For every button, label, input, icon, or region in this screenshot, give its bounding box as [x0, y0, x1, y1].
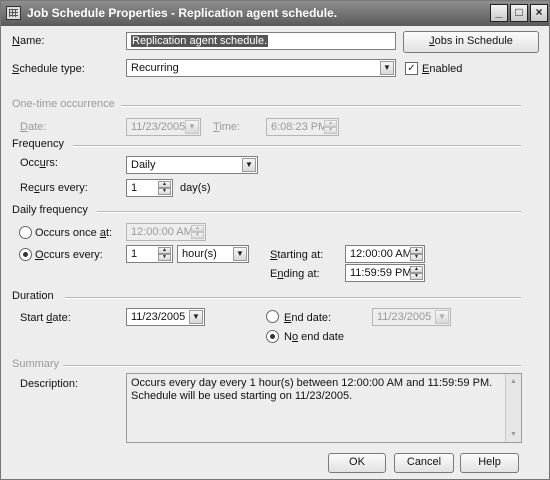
frequency-divider — [73, 145, 521, 147]
enabled-label: Enabled — [422, 63, 463, 75]
end-date-picker[interactable]: 11/23/2005 ▼ — [372, 308, 451, 326]
job-schedule-properties-window: Job Schedule Properties - Replication ag… — [0, 0, 550, 480]
chevron-down-icon[interactable]: ▼ — [185, 120, 199, 134]
daily-frequency-divider — [97, 211, 521, 213]
starting-at-value: 12:00:00 AM — [350, 248, 412, 260]
ending-at-value: 11:59:59 PM — [350, 267, 412, 279]
occurs-every-label: Occurs every: — [35, 249, 103, 261]
daily-frequency-heading: Daily frequency — [12, 204, 88, 216]
summary-divider — [63, 365, 521, 367]
one-time-time-spinner[interactable]: 6:08:23 PM ▲ ▼ — [266, 118, 339, 136]
name-input-value: Replication agent schedule. — [131, 35, 269, 47]
once-spin-buttons[interactable]: ▲ ▼ — [191, 225, 204, 239]
occurs-once-radio[interactable] — [19, 226, 32, 239]
ok-button[interactable]: OK — [328, 453, 386, 473]
description-textarea[interactable]: Occurs every day every 1 hour(s) between… — [126, 373, 522, 443]
starting-at-spinner[interactable]: 12:00:00 AM ▲ ▼ — [345, 245, 425, 263]
chevron-down-icon[interactable]: ▼ — [233, 247, 247, 261]
occurs-once-time-spinner[interactable]: 12:00:00 AM ▲ ▼ — [126, 223, 206, 241]
recurs-unit-label: day(s) — [180, 182, 211, 194]
start-date-value: 11/23/2005 — [131, 311, 186, 323]
name-input[interactable]: Replication agent schedule. — [126, 32, 396, 50]
one-time-date-value: 11/23/2005 — [131, 121, 186, 133]
calendar-grid-icon — [6, 6, 21, 20]
occurs-value: Daily — [131, 159, 156, 171]
starting-spin-buttons[interactable]: ▲ ▼ — [410, 247, 423, 261]
occurs-select[interactable]: Daily ▼ — [126, 156, 258, 174]
no-end-date-radio[interactable] — [266, 330, 279, 343]
one-time-divider — [121, 105, 521, 107]
description-scrollbar[interactable]: ▲ ▼ — [505, 374, 521, 442]
window-title: Job Schedule Properties - Replication ag… — [27, 6, 338, 20]
help-button[interactable]: Help — [460, 453, 519, 473]
schedule-type-value: Recurring — [131, 62, 179, 74]
jobs-in-schedule-button[interactable]: Jobs in Schedule — [403, 31, 539, 53]
chevron-down-icon[interactable]: ▼ — [242, 158, 256, 172]
maximize-button[interactable]: □ — [510, 4, 528, 22]
time-spin-buttons[interactable]: ▲ ▼ — [324, 120, 337, 134]
recurs-every-spinner[interactable]: 1 ▲ ▼ — [126, 179, 173, 197]
chevron-down-icon[interactable]: ▼ — [189, 310, 203, 324]
close-button[interactable]: × — [530, 4, 548, 22]
end-date-label: End date: — [284, 312, 332, 324]
occurs-label: Occurs: — [20, 157, 58, 169]
minimize-button[interactable]: _ — [490, 4, 508, 22]
one-time-date-label: Date: — [20, 121, 47, 133]
recurs-every-value: 1 — [131, 182, 138, 194]
start-date-picker[interactable]: 11/23/2005 ▼ — [126, 308, 205, 326]
chevron-down-icon[interactable]: ▼ — [435, 310, 449, 324]
occurs-every-unit-value: hour(s) — [182, 248, 217, 260]
every-spin-buttons[interactable]: ▲ ▼ — [158, 247, 171, 261]
one-time-time-value: 6:08:23 PM — [271, 121, 328, 133]
description-label: Description: — [20, 378, 79, 390]
occurs-every-unit-select[interactable]: hour(s) ▼ — [177, 245, 249, 263]
occurs-every-spinner[interactable]: 1 ▲ ▼ — [126, 245, 173, 263]
scroll-up-icon[interactable]: ▲ — [506, 374, 521, 389]
summary-heading: Summary — [12, 358, 60, 370]
schedule-type-label: Schedule type: — [12, 63, 85, 75]
chevron-down-icon[interactable]: ▼ — [380, 61, 394, 75]
name-label: Name: — [12, 35, 45, 47]
one-time-time-label: Time: — [213, 121, 241, 133]
schedule-type-select[interactable]: Recurring ▼ — [126, 59, 396, 77]
recurs-spin-buttons[interactable]: ▲ ▼ — [158, 181, 171, 195]
occurs-once-label: Occurs once at: — [35, 227, 113, 239]
starting-at-label: Starting at: — [270, 249, 324, 261]
description-text: Occurs every day every 1 hour(s) between… — [131, 377, 493, 402]
ending-at-label: Ending at: — [270, 268, 320, 280]
one-time-date-picker[interactable]: 11/23/2005 ▼ — [126, 118, 201, 136]
cancel-button[interactable]: Cancel — [394, 453, 454, 473]
end-date-radio[interactable] — [266, 310, 279, 323]
end-date-value: 11/23/2005 — [377, 311, 432, 323]
occurs-every-radio[interactable] — [19, 248, 32, 261]
recurs-every-label: Recurs every: — [20, 182, 88, 194]
scroll-down-icon[interactable]: ▼ — [506, 427, 521, 442]
occurs-once-time-value: 12:00:00 AM — [131, 226, 193, 238]
ending-spin-buttons[interactable]: ▲ ▼ — [410, 266, 423, 280]
ending-at-spinner[interactable]: 11:59:59 PM ▲ ▼ — [345, 264, 425, 282]
title-bar[interactable]: Job Schedule Properties - Replication ag… — [1, 1, 549, 26]
duration-divider — [65, 297, 521, 299]
frequency-heading: Frequency — [12, 138, 64, 150]
duration-heading: Duration — [12, 290, 54, 302]
no-end-date-label: No end date — [284, 331, 344, 343]
enabled-checkbox[interactable]: ✓ — [405, 62, 418, 75]
one-time-occurrence-heading: One-time occurrence — [12, 98, 115, 110]
start-date-label: Start date: — [20, 312, 71, 324]
occurs-every-value: 1 — [131, 248, 138, 260]
